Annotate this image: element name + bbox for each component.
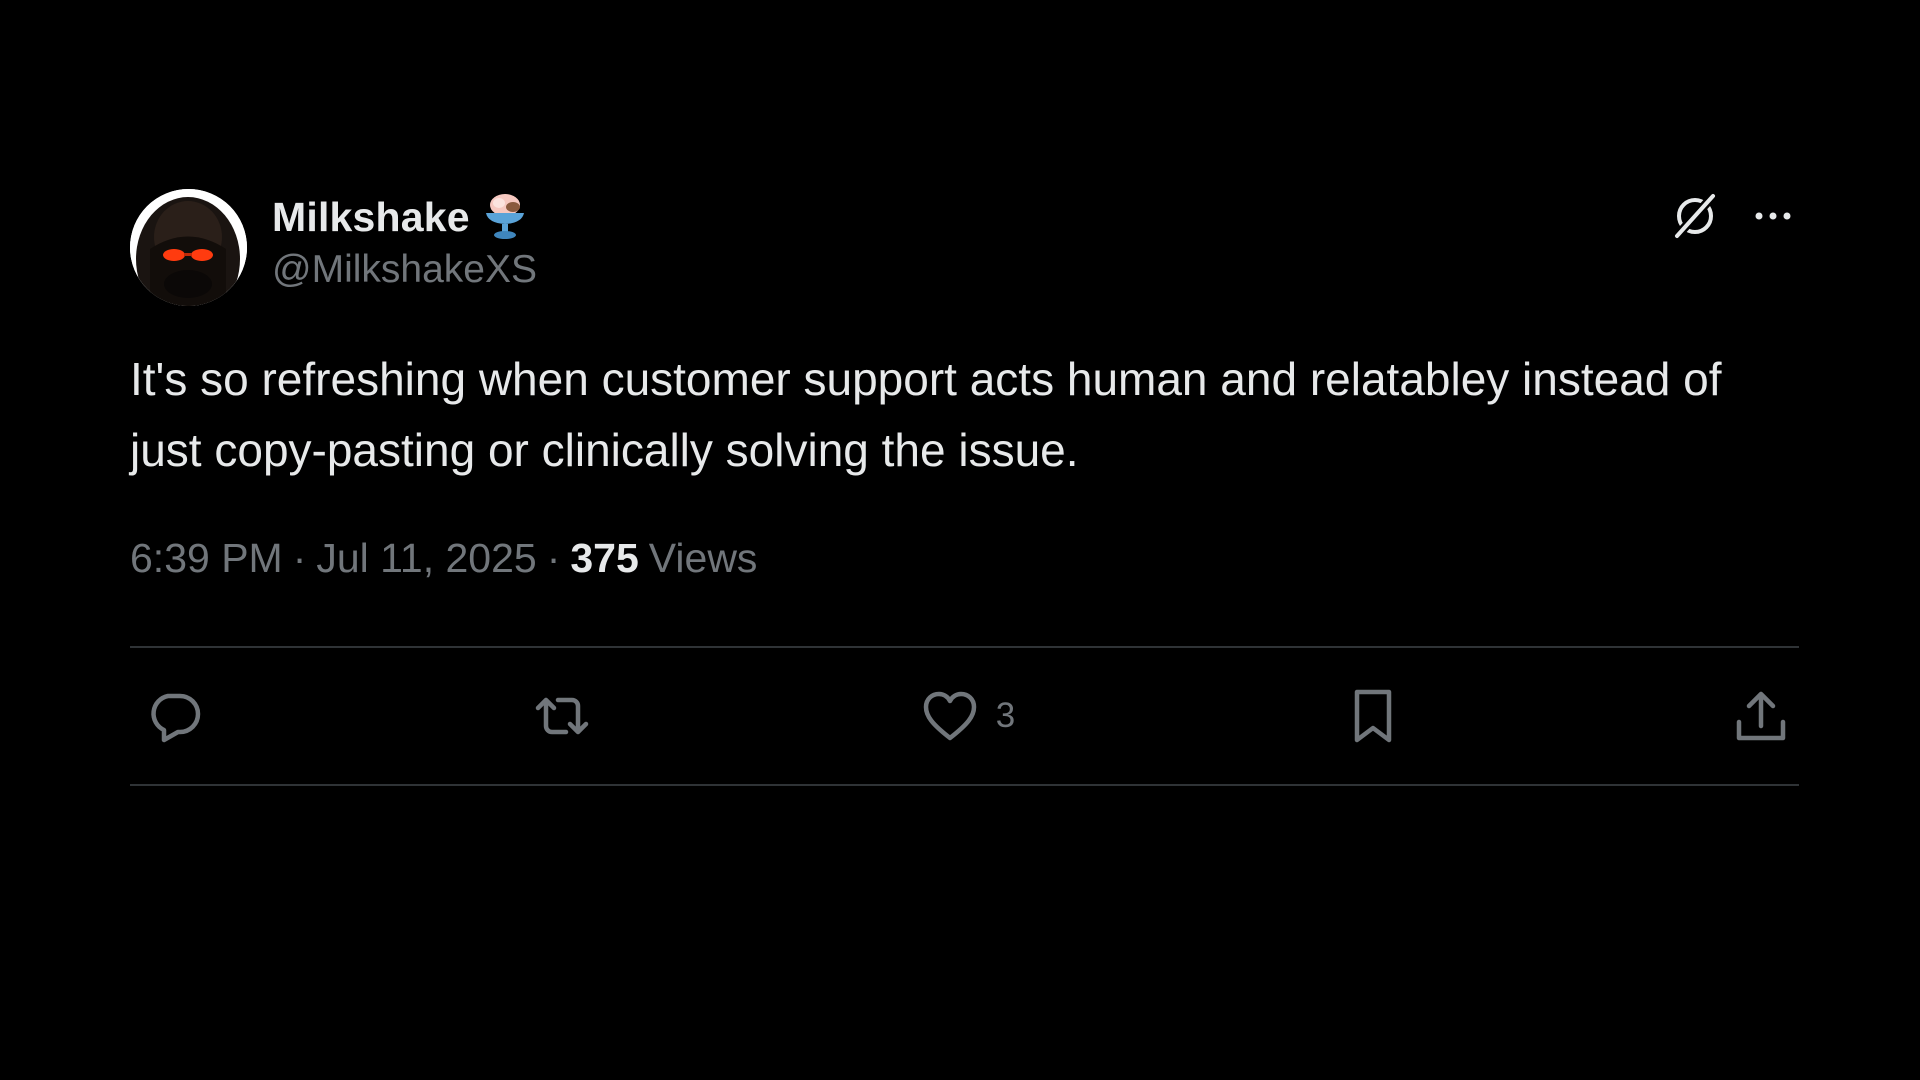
action-bar: 3 <box>130 648 1799 784</box>
meta-separator: · <box>292 534 307 581</box>
more-icon[interactable] <box>1747 190 1799 242</box>
avatar[interactable] <box>130 189 247 306</box>
author-handle[interactable]: @MilkshakeXS <box>272 248 537 292</box>
retweet-button[interactable] <box>532 681 592 751</box>
display-name[interactable]: Milkshake <box>272 194 470 241</box>
ice-cream-emoji-icon <box>482 191 528 243</box>
bookmark-button[interactable] <box>1343 681 1403 751</box>
retweet-icon <box>535 697 589 735</box>
like-count: 3 <box>995 696 1016 735</box>
tweet-header: Milkshake @MilkshakeXS <box>130 188 1799 306</box>
share-icon <box>1736 691 1786 741</box>
tweet-date[interactable]: Jul 11, 2025 <box>316 535 536 582</box>
bookmark-icon <box>1354 689 1392 743</box>
header-actions <box>1669 190 1799 242</box>
like-button[interactable]: 3 <box>920 681 1015 751</box>
heart-icon <box>923 691 976 741</box>
reply-icon <box>151 693 201 743</box>
views-count: 375 <box>570 534 639 581</box>
views-label: Views <box>648 534 758 581</box>
tweet-card: Milkshake @MilkshakeXS It's so refreshin… <box>130 188 1799 786</box>
share-button[interactable] <box>1731 681 1791 751</box>
author-names: Milkshake @MilkshakeXS <box>272 192 537 292</box>
reply-button[interactable] <box>144 681 204 751</box>
avatar-image <box>130 189 247 306</box>
display-name-row: Milkshake <box>272 192 537 242</box>
tweet-time[interactable]: 6:39 PM <box>130 535 283 582</box>
meta-separator: · <box>546 534 561 581</box>
grok-icon[interactable] <box>1669 190 1721 242</box>
tweet-meta: 6:39 PM · Jul 11, 2025 · 375 Views <box>130 530 1799 586</box>
tweet-text: It's so refreshing when customer support… <box>130 353 1722 476</box>
divider <box>130 784 1799 786</box>
